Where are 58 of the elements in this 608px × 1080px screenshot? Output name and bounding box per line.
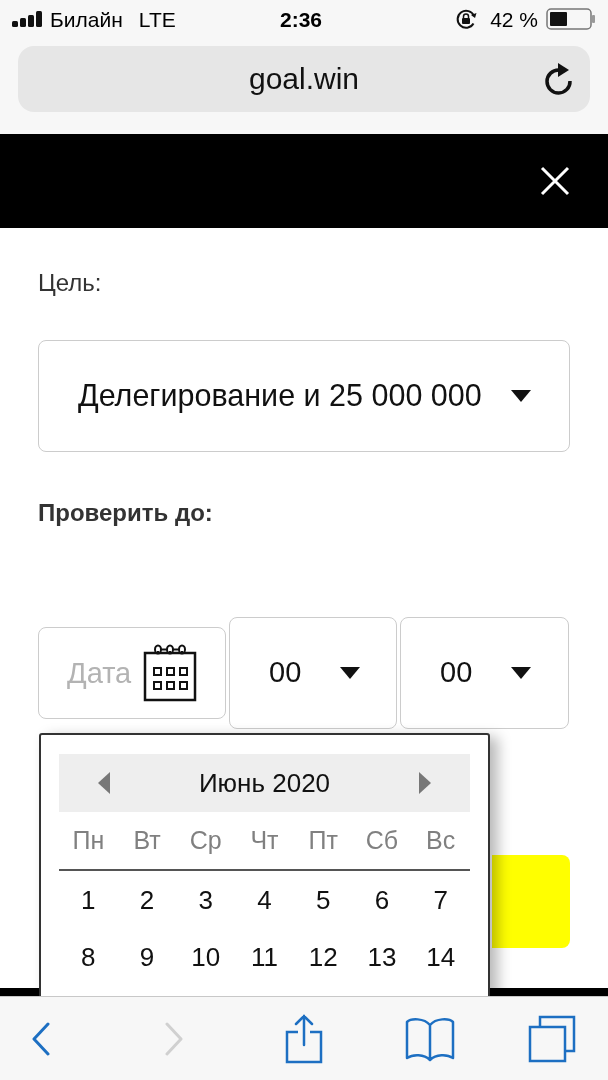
weekday-label: Чт	[250, 828, 279, 853]
date-field[interactable]: Дата	[38, 627, 226, 719]
next-month-button[interactable]	[419, 772, 431, 794]
bookmarks-button[interactable]	[405, 1015, 455, 1062]
network-type: LTE	[138, 8, 176, 30]
triangle-right-icon	[419, 772, 431, 794]
calendar-day[interactable]: 5	[315, 886, 331, 913]
calendar-day[interactable]: 13	[367, 943, 397, 970]
deadline-label: Проверить до:	[38, 499, 213, 527]
goal-label: Цель:	[38, 269, 102, 297]
hour-select[interactable]: 00	[229, 617, 397, 729]
calendar-day[interactable]: 3	[198, 886, 213, 913]
caret-down-icon	[511, 390, 531, 402]
address-bar[interactable]: goal.win	[18, 46, 590, 112]
open-book-icon	[405, 1015, 455, 1062]
chevron-left-icon	[31, 1021, 51, 1056]
carrier-name: Билайн	[50, 8, 123, 30]
calendar-day[interactable]: 4	[257, 886, 272, 913]
calendar-day[interactable]: 9	[139, 943, 155, 970]
chevron-right-icon	[164, 1021, 184, 1056]
weekday-label: Пн	[72, 828, 105, 853]
close-button[interactable]	[540, 166, 570, 196]
calendar-day[interactable]: 6	[374, 886, 390, 913]
tabs-button[interactable]	[528, 1014, 576, 1063]
weekday-label: Вс	[426, 828, 456, 853]
minute-select[interactable]: 00	[400, 617, 569, 729]
calendar-icon	[142, 644, 198, 702]
calendar-day[interactable]: 7	[433, 886, 448, 913]
caret-down-icon	[340, 667, 360, 679]
tabs-icon	[528, 1014, 576, 1063]
rotation-lock-icon	[455, 8, 478, 30]
share-icon	[285, 1013, 323, 1064]
calendar-day[interactable]: 12	[308, 943, 338, 970]
goal-select[interactable]: Делегирование и 25 000 000	[38, 340, 570, 452]
weekday-label: Вт	[133, 828, 161, 853]
triangle-left-icon	[98, 772, 110, 794]
reload-icon	[544, 61, 574, 97]
url-text: goal.win	[248, 64, 360, 94]
battery-icon	[546, 8, 596, 30]
caret-down-icon	[511, 667, 531, 679]
calendar-day[interactable]: 2	[139, 886, 155, 913]
close-icon	[540, 166, 570, 196]
calendar-day[interactable]: 10	[191, 943, 221, 970]
calendar-day[interactable]: 1	[81, 886, 96, 913]
signal-icon	[12, 11, 42, 27]
previous-month-button[interactable]	[98, 772, 110, 794]
back-button[interactable]	[31, 1021, 51, 1056]
share-button[interactable]	[285, 1013, 323, 1064]
weekday-label: Сб	[365, 828, 399, 853]
reload-button[interactable]	[544, 61, 574, 97]
month-title: Июнь 2020	[198, 770, 331, 796]
battery-percent: 42 %	[490, 8, 538, 30]
calendar-day[interactable]: 11	[251, 943, 278, 970]
calendar-day[interactable]: 14	[426, 943, 456, 970]
calendar-day[interactable]: 8	[81, 943, 96, 970]
weekday-label: Пт	[308, 828, 338, 853]
clock-time: 2:36	[280, 8, 323, 30]
weekday-label: Ср	[189, 828, 222, 853]
